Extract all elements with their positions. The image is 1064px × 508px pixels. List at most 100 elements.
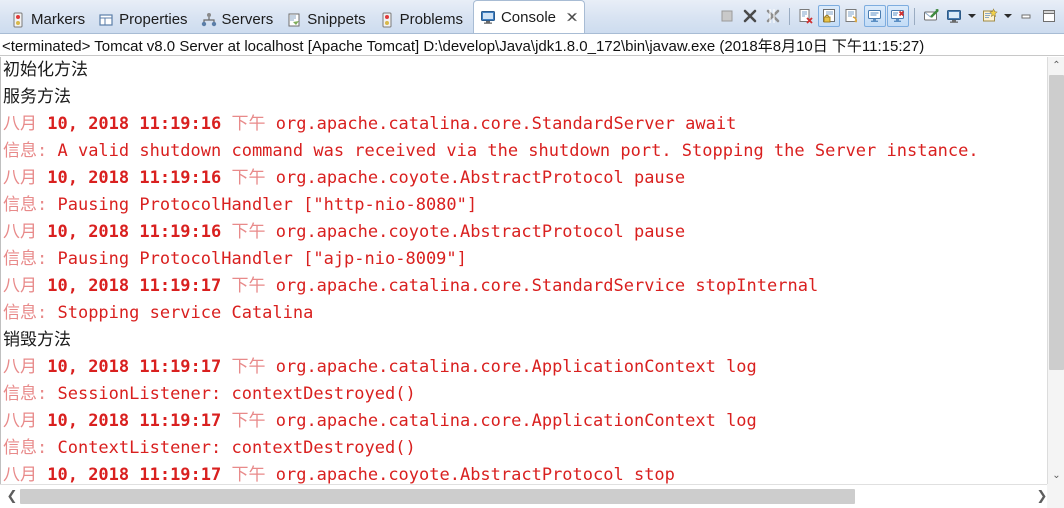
vertical-scrollbar[interactable]: ⌃ ⌄ (1047, 57, 1064, 484)
console-line: 信息: Pausing ProtocolHandler ["ajp-nio-80… (3, 246, 1030, 273)
log-ampm-label: 下午 (231, 465, 276, 484)
log-timestamp: 10, 2018 11:19:16 (47, 114, 232, 134)
log-month-label: 八月 (3, 465, 48, 484)
remove-x-icon (742, 8, 758, 24)
log-message: Stopping service Catalina (57, 303, 314, 323)
open-console-dropdown-arrow[interactable] (1002, 5, 1014, 27)
log-month-label: 八月 (3, 411, 48, 431)
pin-console-icon (923, 8, 939, 24)
minimize-button[interactable] (1015, 5, 1037, 27)
console-line: 八月 10, 2018 11:19:17 下午 org.apache.coyot… (3, 462, 1030, 484)
log-level-label: 信息: (3, 303, 58, 323)
remove-all-terminated-button[interactable] (762, 5, 784, 27)
console-icon (480, 9, 496, 25)
log-level-label: 信息: (3, 438, 58, 458)
log-timestamp: 10, 2018 11:19:16 (47, 168, 232, 188)
tab-properties-label: Properties (119, 11, 188, 28)
log-month-label: 八月 (3, 357, 48, 377)
stop-square-icon (719, 8, 735, 24)
scroll-up-arrow[interactable]: ⌃ (1048, 57, 1064, 74)
log-message: A valid shutdown command was received vi… (57, 141, 979, 161)
word-wrap-icon (844, 8, 860, 24)
console-line: 八月 10, 2018 11:19:16 下午 org.apache.catal… (3, 111, 1030, 138)
remove-launch-button[interactable] (739, 5, 761, 27)
log-message: ContextListener: contextDestroyed() (57, 438, 416, 458)
show-console-stdout-button[interactable] (864, 5, 886, 27)
clear-console-icon (798, 8, 814, 24)
word-wrap-button[interactable] (841, 5, 863, 27)
console-line: 八月 10, 2018 11:19:17 下午 org.apache.catal… (3, 354, 1030, 381)
log-ampm-label: 下午 (231, 222, 276, 242)
console-line: 信息: Stopping service Catalina (3, 300, 1030, 327)
scroll-left-arrow[interactable]: ❮ (2, 485, 22, 508)
tab-servers-label: Servers (221, 11, 274, 28)
console-line: 信息: ContextListener: contextDestroyed() (3, 435, 1030, 462)
console-out-icon (867, 8, 883, 24)
log-level-label: 信息: (3, 384, 58, 404)
terminate-button[interactable] (716, 5, 738, 27)
close-icon[interactable] (565, 10, 580, 25)
view-tab-bar: Markers Properties Servers Snippets Prob… (0, 0, 1064, 34)
display-selected-console-button[interactable] (943, 5, 965, 27)
log-logger-name: org.apache.coyote.AbstractProtocol pause (275, 168, 686, 188)
properties-icon (98, 12, 114, 28)
terminated-status-line: <terminated> Tomcat v8.0 Server at local… (0, 34, 1064, 56)
log-ampm-label: 下午 (231, 411, 276, 431)
view-tabs: Markers Properties Servers Snippets Prob… (0, 0, 586, 33)
tab-snippets-label: Snippets (307, 11, 366, 28)
log-message: SessionListener: contextDestroyed() (57, 384, 416, 404)
display-console-dropdown-arrow[interactable] (966, 5, 978, 27)
maximize-button[interactable] (1038, 5, 1060, 27)
console-line: 销毁方法 (3, 330, 71, 350)
log-timestamp: 10, 2018 11:19:17 (47, 357, 232, 377)
log-logger-name: org.apache.catalina.core.StandardServer … (275, 114, 737, 134)
tab-properties[interactable]: Properties (92, 6, 194, 33)
markers-icon (10, 12, 26, 28)
scroll-lock-icon (821, 8, 837, 24)
tab-markers[interactable]: Markers (4, 6, 92, 33)
horizontal-scrollbar[interactable]: ❮ ❯ (0, 484, 1064, 508)
tab-snippets[interactable]: Snippets (280, 6, 372, 33)
pin-console-button[interactable] (920, 5, 942, 27)
scroll-down-arrow[interactable]: ⌄ (1048, 467, 1064, 484)
display-console-icon (946, 8, 962, 24)
log-logger-name: org.apache.coyote.AbstractProtocol pause (275, 222, 686, 242)
toolbar-separator-1 (789, 7, 790, 25)
tab-problems-label: Problems (399, 11, 463, 28)
log-timestamp: 10, 2018 11:19:16 (47, 222, 232, 242)
log-month-label: 八月 (3, 222, 48, 242)
clear-console-button[interactable] (795, 5, 817, 27)
log-message: Pausing ProtocolHandler ["ajp-nio-8009"] (57, 249, 467, 269)
vertical-scrollbar-thumb[interactable] (1049, 75, 1064, 370)
log-month-label: 八月 (3, 114, 48, 134)
horizontal-scrollbar-thumb[interactable] (20, 489, 855, 504)
log-logger-name: org.apache.catalina.core.ApplicationCont… (275, 357, 757, 377)
open-console-button[interactable] (979, 5, 1001, 27)
log-level-label: 信息: (3, 195, 58, 215)
log-level-label: 信息: (3, 249, 58, 269)
toolbar-separator-2 (914, 7, 915, 25)
log-ampm-label: 下午 (231, 168, 276, 188)
problems-icon (379, 12, 395, 28)
log-level-label: 信息: (3, 141, 58, 161)
console-line: 信息: Pausing ProtocolHandler ["http-nio-8… (3, 192, 1030, 219)
tab-console-label: Console (500, 8, 557, 26)
log-logger-name: org.apache.catalina.core.ApplicationCont… (275, 411, 757, 431)
log-month-label: 八月 (3, 168, 48, 188)
log-ampm-label: 下午 (231, 276, 276, 296)
tab-servers[interactable]: Servers (195, 6, 281, 33)
minimize-icon (1018, 8, 1034, 24)
log-logger-name: org.apache.coyote.AbstractProtocol stop (275, 465, 675, 484)
eclipse-console-view: Markers Properties Servers Snippets Prob… (0, 0, 1064, 508)
tab-console[interactable]: Console (472, 0, 586, 33)
tab-problems[interactable]: Problems (373, 6, 470, 33)
tab-markers-label: Markers (31, 11, 86, 28)
scroll-lock-button[interactable] (818, 5, 840, 27)
console-line: 信息: SessionListener: contextDestroyed() (3, 381, 1030, 408)
console-output-area[interactable]: 初始化方法 服务方法 八月 10, 2018 11:19:16 下午 org.apa… (0, 57, 1030, 484)
scrollbar-corner (1047, 484, 1064, 508)
log-timestamp: 10, 2018 11:19:17 (47, 465, 232, 484)
log-month-label: 八月 (3, 276, 48, 296)
snippets-icon (286, 12, 302, 28)
show-console-stderr-button[interactable] (887, 5, 909, 27)
